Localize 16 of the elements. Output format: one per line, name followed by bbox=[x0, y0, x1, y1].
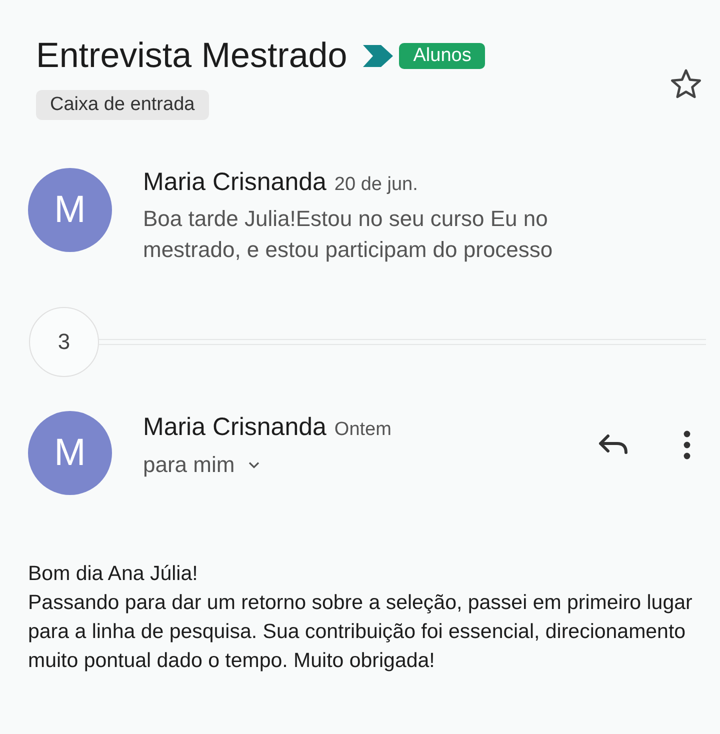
message-snippet: Boa tarde Julia!Estou no seu curso Eu no mestrado, e estou participam do processo bbox=[143, 205, 554, 264]
avatar: M bbox=[28, 411, 112, 495]
collapsed-count-button[interactable]: 3 bbox=[29, 307, 99, 377]
subject-title: Entrevista Mestrado bbox=[36, 36, 348, 76]
body-paragraph: Bom dia Ana Júlia! bbox=[28, 561, 199, 587]
sender-name: Maria Crisnanda bbox=[143, 413, 326, 442]
recipient-label[interactable]: para mim bbox=[143, 452, 235, 478]
folder-chip: Caixa de entrada bbox=[36, 90, 209, 120]
more-options-icon[interactable] bbox=[682, 429, 692, 461]
message-date: 20 de jun. bbox=[334, 174, 418, 196]
label-chip: Alunos bbox=[399, 43, 486, 69]
sender-name: Maria Crisnanda bbox=[143, 168, 326, 197]
message-date: Ontem bbox=[334, 419, 392, 441]
avatar: M bbox=[28, 168, 112, 252]
body-paragraph: Passando para dar um retorno sobre a seleção, passei em primeiro lugar para a linha de pesquisa. Sua contribuição foi essencial, direcionamento muito pontual dado o tempo. Muito obrigada! bbox=[28, 590, 694, 674]
label-arrow-icon bbox=[363, 45, 394, 67]
